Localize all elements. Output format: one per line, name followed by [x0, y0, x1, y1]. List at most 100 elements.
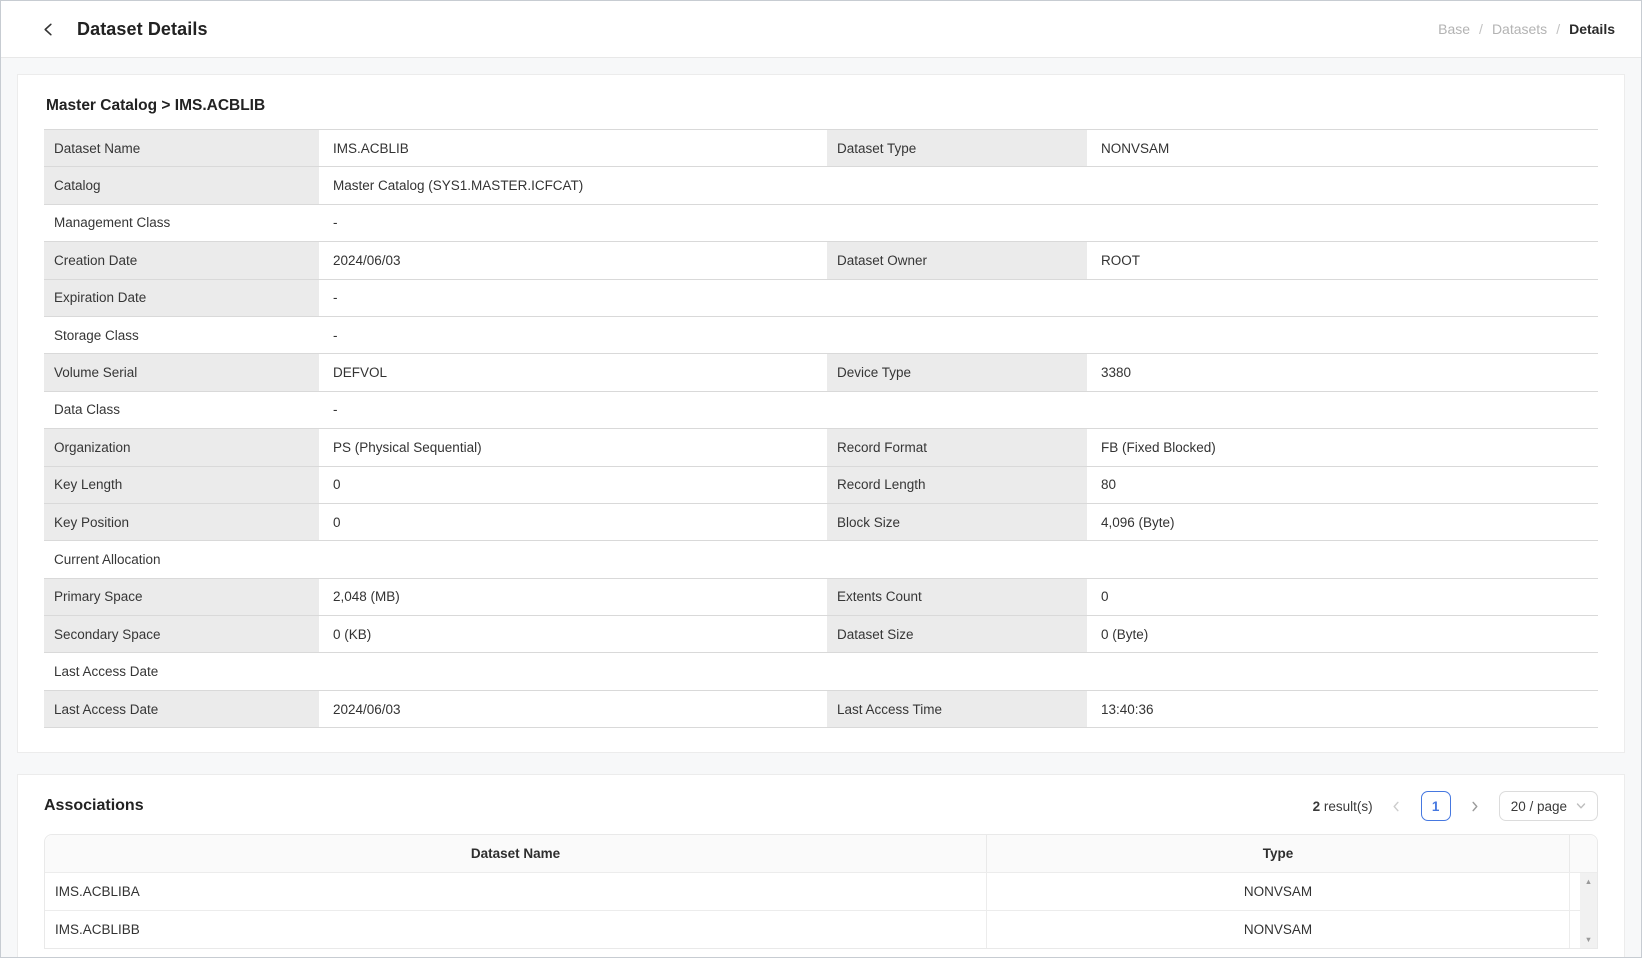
field-value: 2024/06/03: [319, 242, 827, 278]
field-value: -: [319, 392, 1598, 428]
associations-table: Dataset Name Type IMS.ACBLIBA NONVSAM IM…: [44, 834, 1598, 949]
field-value: NONVSAM: [1087, 130, 1598, 166]
breadcrumb-item-base[interactable]: Base: [1438, 21, 1470, 37]
page-title: Dataset Details: [77, 19, 208, 40]
field-label: Key Length: [44, 467, 319, 503]
page-size-value: 20 / page: [1511, 799, 1567, 814]
field-value: FB (Fixed Blocked): [1087, 429, 1598, 465]
details-row: Key Length 0 Record Length 80: [44, 467, 1598, 504]
field-value: 0: [319, 467, 827, 503]
field-label: Secondary Space: [44, 616, 319, 652]
field-value: 0 (Byte): [1087, 616, 1598, 652]
column-header-dataset-name: Dataset Name: [45, 835, 986, 872]
field-value: IMS.ACBLIB: [319, 130, 827, 166]
details-row: Primary Space 2,048 (MB) Extents Count 0: [44, 579, 1598, 616]
details-section-row: Current Allocation: [44, 541, 1598, 578]
pagination-page-1-button[interactable]: 1: [1421, 791, 1451, 821]
scroll-down-icon[interactable]: ▼: [1585, 936, 1592, 944]
breadcrumb-separator: /: [1556, 21, 1560, 37]
details-card: Master Catalog > IMS.ACBLIB Dataset Name…: [17, 74, 1625, 753]
field-label: Storage Class: [44, 317, 319, 353]
field-label: Data Class: [44, 392, 319, 428]
field-value: DEFVOL: [319, 354, 827, 390]
field-label: Primary Space: [44, 579, 319, 615]
details-row: Organization PS (Physical Sequential) Re…: [44, 429, 1598, 466]
field-label: Dataset Name: [44, 130, 319, 166]
result-count: 2 result(s): [1313, 799, 1373, 814]
field-value: -: [319, 205, 1598, 241]
field-value: 80: [1087, 467, 1598, 503]
breadcrumb-item-datasets[interactable]: Datasets: [1492, 21, 1547, 37]
field-label: Block Size: [827, 504, 1087, 540]
details-row: Volume Serial DEFVOL Device Type 3380: [44, 354, 1598, 391]
association-type: NONVSAM: [986, 873, 1569, 910]
section-label: Current Allocation: [44, 541, 1598, 577]
scroll-up-icon[interactable]: ▲: [1585, 878, 1592, 886]
details-row: Management Class -: [44, 205, 1598, 242]
table-row[interactable]: IMS.ACBLIBA NONVSAM: [45, 872, 1597, 910]
pagination-next-button[interactable]: [1464, 795, 1486, 817]
field-value: PS (Physical Sequential): [319, 429, 827, 465]
pagination: 2 result(s) 1 20 / page: [1313, 791, 1598, 821]
field-label: Dataset Owner: [827, 242, 1087, 278]
field-label: Volume Serial: [44, 354, 319, 390]
section-label: Last Access Date: [44, 653, 1598, 689]
details-section-row: Last Access Date: [44, 653, 1598, 690]
details-row: Creation Date 2024/06/03 Dataset Owner R…: [44, 242, 1598, 279]
details-row: Dataset Name IMS.ACBLIB Dataset Type NON…: [44, 130, 1598, 167]
field-label: Last Access Time: [827, 691, 1087, 727]
field-label: Catalog: [44, 167, 319, 203]
chevron-down-icon: [1576, 802, 1586, 810]
breadcrumb-item-details: Details: [1569, 21, 1615, 37]
field-label: Organization: [44, 429, 319, 465]
field-label: Record Length: [827, 467, 1087, 503]
field-value: 3380: [1087, 354, 1598, 390]
details-row: Catalog Master Catalog (SYS1.MASTER.ICFC…: [44, 167, 1598, 204]
details-row: Storage Class -: [44, 317, 1598, 354]
catalog-path-title: Master Catalog > IMS.ACBLIB: [44, 93, 1598, 129]
associations-table-header: Dataset Name Type: [45, 835, 1597, 872]
association-type: NONVSAM: [986, 911, 1569, 948]
details-row: Expiration Date -: [44, 280, 1598, 317]
column-header-type: Type: [986, 835, 1569, 872]
app-window: Dataset Details Base / Datasets / Detail…: [0, 0, 1642, 958]
breadcrumb-separator: /: [1479, 21, 1483, 37]
chevron-left-icon: [1391, 801, 1402, 812]
associations-title: Associations: [44, 797, 144, 815]
field-label: Device Type: [827, 354, 1087, 390]
field-label: Dataset Type: [827, 130, 1087, 166]
field-label: Expiration Date: [44, 280, 319, 316]
field-value: ROOT: [1087, 242, 1598, 278]
details-row: Data Class -: [44, 392, 1598, 429]
chevron-right-icon: [1469, 801, 1480, 812]
association-dataset-name: IMS.ACBLIBB: [45, 911, 986, 948]
field-label: Extents Count: [827, 579, 1087, 615]
associations-header: Associations 2 result(s) 1 20 / page: [44, 791, 1598, 821]
back-button[interactable]: [35, 16, 61, 42]
table-row[interactable]: IMS.ACBLIBB NONVSAM: [45, 910, 1597, 948]
association-dataset-name: IMS.ACBLIBA: [45, 873, 986, 910]
chevron-left-icon: [41, 22, 56, 37]
column-header-spacer: [1569, 835, 1597, 872]
associations-card: Associations 2 result(s) 1 20 / page: [17, 774, 1625, 958]
details-row: Secondary Space 0 (KB) Dataset Size 0 (B…: [44, 616, 1598, 653]
field-label: Record Format: [827, 429, 1087, 465]
details-row: Key Position 0 Block Size 4,096 (Byte): [44, 504, 1598, 541]
field-value: 2,048 (MB): [319, 579, 827, 615]
field-value: -: [319, 317, 1598, 353]
field-value: 13:40:36: [1087, 691, 1598, 727]
field-value: 4,096 (Byte): [1087, 504, 1598, 540]
field-value: 2024/06/03: [319, 691, 827, 727]
field-value: 0: [319, 504, 827, 540]
pagination-prev-button[interactable]: [1386, 795, 1408, 817]
details-table: Dataset Name IMS.ACBLIB Dataset Type NON…: [44, 129, 1598, 728]
field-value: -: [319, 280, 1598, 316]
field-value: 0: [1087, 579, 1598, 615]
field-label: Last Access Date: [44, 691, 319, 727]
field-label: Key Position: [44, 504, 319, 540]
field-label: Dataset Size: [827, 616, 1087, 652]
field-label: Creation Date: [44, 242, 319, 278]
vertical-scrollbar[interactable]: ▲ ▼: [1580, 873, 1597, 948]
breadcrumb: Base / Datasets / Details: [1438, 21, 1615, 37]
page-size-select[interactable]: 20 / page: [1499, 791, 1598, 821]
